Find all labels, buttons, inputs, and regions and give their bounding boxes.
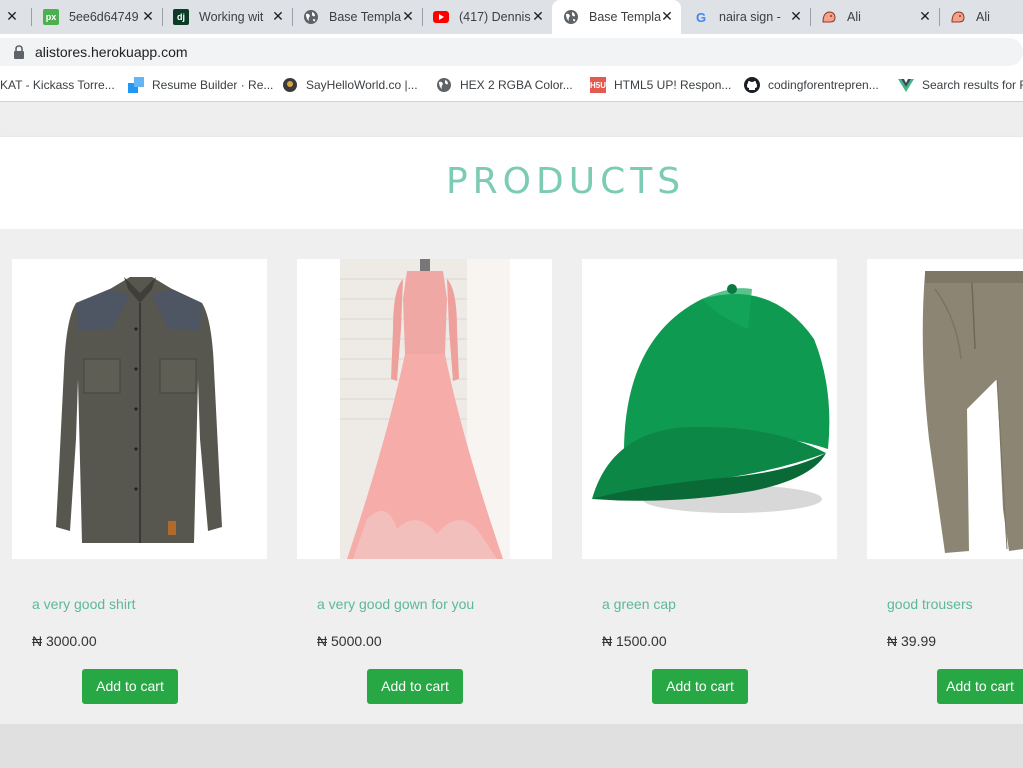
globe-icon [563, 9, 579, 25]
product-price: ₦ 3000.00 [32, 633, 97, 649]
bookmark-search-results[interactable]: Search results for F [898, 70, 1023, 100]
tab-2[interactable]: dj Working wit ✕ [163, 0, 292, 34]
globe-icon [303, 9, 319, 25]
tab-0[interactable]: ✕ [0, 0, 26, 34]
gown-image[interactable] [297, 259, 552, 559]
bookmark-label: HTML5 UP! Respon... [614, 78, 732, 92]
github-icon [744, 77, 760, 93]
add-to-cart-button[interactable]: Add to cart [937, 669, 1023, 704]
close-icon[interactable]: ✕ [400, 9, 416, 25]
bookmark-codingforentrepreneurs[interactable]: codingforentrepren... [744, 70, 879, 100]
bookmarks-bar: KAT - Kickass Torre... Resume Builder · … [0, 70, 1023, 102]
close-icon[interactable]: ✕ [659, 9, 675, 25]
globe-icon [436, 77, 452, 93]
google-icon: G [695, 9, 707, 25]
bookmark-html5up[interactable]: H5U HTML5 UP! Respon... [590, 70, 731, 100]
close-icon[interactable]: ✕ [788, 9, 804, 25]
tab-5-active[interactable]: Base Templa ✕ [552, 0, 681, 34]
close-icon[interactable]: ✕ [140, 9, 156, 25]
tab-8[interactable]: Ali [940, 0, 1023, 34]
page-title: PRODUCTS [445, 161, 686, 202]
close-icon[interactable]: ✕ [270, 9, 286, 25]
shirt-image[interactable] [12, 259, 267, 559]
product-name[interactable]: a very good shirt [32, 596, 136, 612]
product-grid: a very good shirt ₦ 3000.00 Add to cart [0, 229, 1023, 724]
tab-strip: ✕ px 5ee6d64749 ✕ dj Working wit ✕ Base … [0, 0, 1023, 34]
add-to-cart-button[interactable]: Add to cart [82, 669, 178, 704]
bookmark-label: KAT - Kickass Torre... [0, 78, 115, 92]
bookmark-label: Search results for F [922, 78, 1023, 92]
bookmark-label: Resume Builder · Re... [152, 78, 274, 92]
trousers-image[interactable] [867, 259, 1023, 559]
tab-7[interactable]: Ali ✕ [811, 0, 939, 34]
px-icon: px [43, 9, 59, 25]
lock-icon[interactable] [12, 45, 26, 59]
product-price: ₦ 1500.00 [602, 633, 667, 649]
close-icon[interactable]: ✕ [917, 9, 933, 25]
address-bar[interactable]: alistores.herokuapp.com [0, 38, 1023, 66]
bookmark-label: SayHelloWorld.co |... [306, 78, 418, 92]
close-icon[interactable]: ✕ [530, 9, 546, 25]
bookmark-hex2rgba[interactable]: HEX 2 RGBA Color... [436, 70, 573, 100]
add-to-cart-button[interactable]: Add to cart [652, 669, 748, 704]
cap-image[interactable] [582, 259, 837, 559]
tab-3[interactable]: Base Templa ✕ [293, 0, 422, 34]
bookmark-label: HEX 2 RGBA Color... [460, 78, 573, 92]
html5up-icon: H5U [590, 77, 606, 93]
bookmark-resume[interactable]: Resume Builder · Re... [128, 70, 273, 100]
product-name[interactable]: good trousers [887, 596, 973, 612]
toolbar: alistores.herokuapp.com [0, 34, 1023, 70]
footer [0, 724, 1023, 768]
tab-4[interactable]: (417) Dennis ✕ [423, 0, 552, 34]
product-price: ₦ 5000.00 [317, 633, 382, 649]
ali-icon [950, 9, 966, 25]
resume-icon [128, 77, 144, 93]
url-text[interactable]: alistores.herokuapp.com [35, 44, 188, 60]
product-name[interactable]: a green cap [602, 596, 676, 612]
bookmark-label: codingforentrepren... [768, 78, 879, 92]
page: PRODUCTS a very good shirt ₦ 3000.00 Add… [0, 102, 1023, 768]
tab-title: Ali [976, 10, 990, 24]
add-to-cart-button[interactable]: Add to cart [367, 669, 463, 704]
products-header: PRODUCTS [0, 137, 1023, 229]
ali-icon [821, 9, 837, 25]
product-name[interactable]: a very good gown for you [317, 596, 474, 612]
product-price: ₦ 39.99 [887, 633, 937, 649]
bookmark-sayhello[interactable]: SayHelloWorld.co |... [282, 70, 418, 100]
dj-icon: dj [173, 9, 189, 25]
close-icon[interactable]: ✕ [4, 9, 20, 25]
vue-icon [898, 77, 914, 93]
tab-1[interactable]: px 5ee6d64749 ✕ [32, 0, 162, 34]
bookmark-kat[interactable]: KAT - Kickass Torre... [0, 70, 115, 100]
youtube-icon [433, 9, 449, 25]
tab-6[interactable]: G naira sign - ✕ [682, 0, 810, 34]
sayhello-icon [282, 77, 298, 93]
